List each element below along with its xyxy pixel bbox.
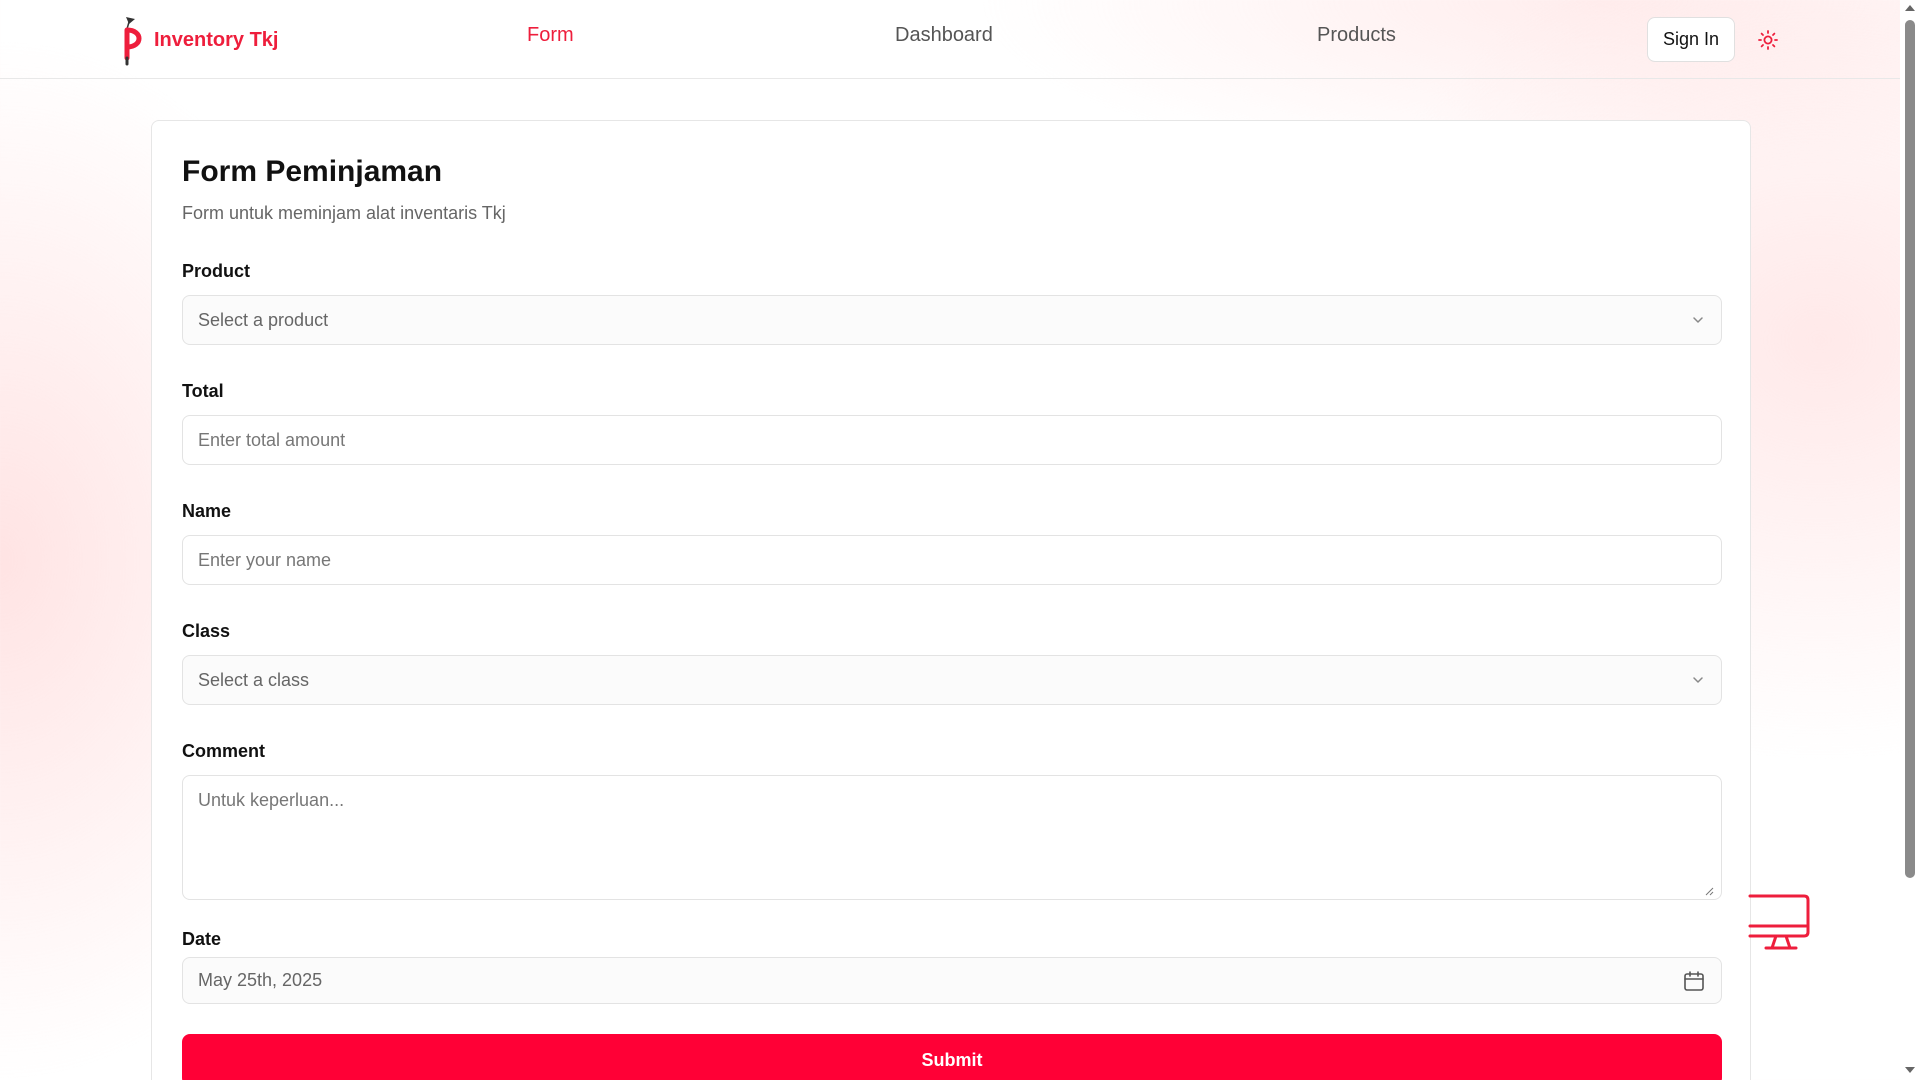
scroll-up-arrow-icon[interactable] (1904, 2, 1916, 14)
sign-in-button[interactable]: Sign In (1647, 17, 1735, 62)
class-label: Class (182, 621, 231, 641)
loan-form-card: Form Peminjaman Form untuk meminjam alat… (151, 120, 1751, 1080)
name-input[interactable] (198, 549, 1706, 571)
comment-textarea[interactable] (182, 775, 1722, 900)
name-label: Name (182, 501, 232, 521)
product-select[interactable]: Select a product (182, 295, 1722, 345)
nav-dashboard[interactable]: Dashboard (895, 24, 993, 47)
monitor-icon (1748, 894, 1810, 950)
date-picker[interactable]: May 25th, 2025 (182, 957, 1722, 1004)
form-description: Form untuk meminjam alat inventaris Tkj (182, 203, 506, 223)
brand-logo-link[interactable]: Inventory Tkj (116, 14, 278, 66)
form-title: Form Peminjaman (182, 155, 443, 188)
total-field[interactable] (182, 415, 1722, 465)
top-navbar: Inventory Tkj Form Dashboard Products Si… (0, 0, 1900, 79)
nav-products[interactable]: Products (1317, 24, 1396, 47)
resize-handle-icon[interactable] (1704, 886, 1714, 896)
scroll-down-arrow-icon[interactable] (1904, 1064, 1916, 1076)
product-select-value: Select a product (198, 309, 329, 330)
class-select-value: Select a class (198, 669, 310, 690)
chevron-down-icon (1693, 677, 1703, 683)
nav-form[interactable]: Form (527, 24, 574, 47)
brand-name: Inventory Tkj (154, 28, 279, 51)
total-input[interactable] (198, 429, 1706, 451)
calendar-icon[interactable] (1682, 969, 1706, 993)
name-field[interactable] (182, 535, 1722, 585)
sun-icon[interactable] (1756, 28, 1780, 52)
total-label: Total (182, 381, 224, 401)
page-scrollbar[interactable] (1900, 0, 1920, 1080)
date-value: May 25th, 2025 (198, 970, 323, 990)
scrollbar-thumb[interactable] (1905, 20, 1915, 878)
brand-logo-icon (124, 17, 142, 66)
chevron-down-icon (1693, 317, 1703, 323)
submit-button[interactable]: Submit (182, 1034, 1722, 1080)
product-label: Product (182, 261, 251, 281)
date-label: Date (182, 929, 222, 949)
comment-label: Comment (182, 741, 266, 761)
class-select[interactable]: Select a class (182, 655, 1722, 705)
